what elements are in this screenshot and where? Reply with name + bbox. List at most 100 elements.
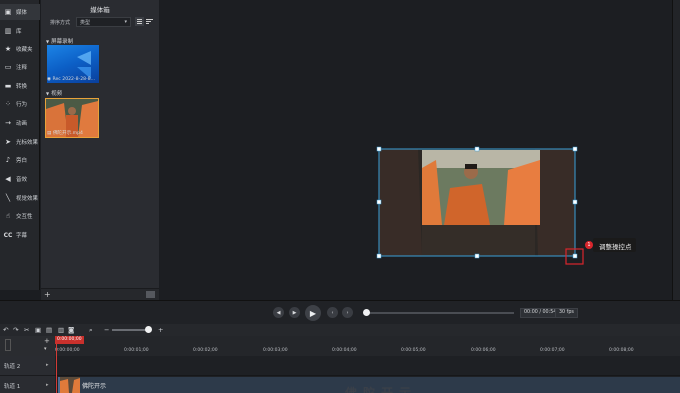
- cursor-icon: ➤: [5, 138, 11, 146]
- step-back-icon: ◀: [276, 309, 281, 316]
- ruler-tick: 0:00:00;00: [55, 348, 80, 353]
- section-header-video[interactable]: ▼ 视频: [46, 89, 62, 97]
- undo-icon[interactable]: ↶: [3, 326, 8, 334]
- skip-back-icon: ▶: [292, 309, 297, 316]
- video-file-icon: ▤: [47, 131, 52, 136]
- sidebar-item-cursor-effects[interactable]: ➤ 光标效果: [0, 134, 40, 150]
- sort-order-icon: [146, 19, 153, 24]
- playhead-time-label[interactable]: 0:00:00;00: [55, 336, 84, 344]
- sidebar-item-label: 转换: [16, 84, 28, 90]
- tool-sidebar: ▣ 媒体 ▥ 库 ★ 收藏夹 ▭ 注释 ▬ 转换 ⁘ 行为 → 动画 ➤ 光标效…: [0, 0, 40, 290]
- media-bin-title: 媒体箱: [90, 6, 110, 14]
- properties-panel-edge[interactable]: [672, 0, 680, 300]
- sidebar-item-label: 行为: [16, 102, 28, 108]
- playhead-line[interactable]: [56, 344, 57, 393]
- redo-icon[interactable]: ↷: [13, 326, 18, 334]
- previous-frame-button[interactable]: ▶: [289, 307, 300, 318]
- cut-icon[interactable]: ✂: [24, 326, 29, 334]
- copy-icon[interactable]: ▣: [35, 326, 41, 334]
- media-bin-footer: +: [41, 288, 159, 300]
- scrub-track[interactable]: [368, 312, 514, 314]
- animation-icon: →: [5, 119, 11, 127]
- interactive-icon: ☝: [5, 212, 11, 220]
- track-toggle-icon[interactable]: ▸: [46, 382, 49, 388]
- next-clip-button[interactable]: ›: [342, 307, 353, 318]
- track-lane-2[interactable]: [55, 356, 680, 376]
- fps-display[interactable]: 30 fps: [555, 308, 578, 318]
- sidebar-item-visual-effects[interactable]: ╲ 视觉效果: [0, 190, 40, 206]
- sidebar-item-interactivity[interactable]: ☝ 交互性: [0, 208, 40, 224]
- sort-select-value: 类型: [80, 20, 91, 26]
- chevron-right-icon: ›: [346, 309, 349, 316]
- ruler-tick: 0:00:01;00: [124, 348, 149, 353]
- recording-icon: ◉: [47, 77, 52, 82]
- ruler-tick: 0:00:06;00: [471, 348, 496, 353]
- timeline-ruler[interactable]: 0:00:00;00 0:00:00;00 0:00:01;00 0:00:02…: [55, 336, 680, 356]
- sidebar-item-label: 视觉效果: [16, 196, 39, 202]
- sidebar-item-library[interactable]: ▥ 库: [0, 23, 40, 39]
- watermark-text: 佛陀开示: [345, 386, 418, 393]
- track-header-1[interactable]: 轨道 1 ▸: [0, 376, 55, 393]
- caret-down-icon: ▼: [46, 91, 50, 96]
- step-back-button[interactable]: ◀: [273, 307, 284, 318]
- sidebar-item-label: 收藏夹: [16, 47, 33, 53]
- track-header-2[interactable]: 轨道 2 ▸: [0, 356, 55, 376]
- wand-icon: ╲: [5, 194, 11, 202]
- transition-icon: ▬: [4, 82, 12, 90]
- caption-icon: CC: [3, 231, 13, 239]
- video-frame-content: [422, 150, 540, 225]
- sidebar-item-audio-effects[interactable]: ◀ 音效: [0, 171, 40, 187]
- media-thumb-label: ◉ Rec 2022-8-28-8...: [47, 77, 95, 82]
- ruler-tick: 0:00:05;00: [401, 348, 426, 353]
- paste-icon[interactable]: ▤: [46, 326, 52, 334]
- ruler-tick: 0:00:03;00: [263, 348, 288, 353]
- grid-view-icon[interactable]: [146, 291, 155, 298]
- track-toggle-icon[interactable]: ▸: [46, 362, 49, 368]
- sidebar-item-label: 音效: [16, 177, 28, 183]
- sidebar-item-favorites[interactable]: ★ 收藏夹: [0, 41, 40, 57]
- behavior-icon: ⁘: [5, 100, 11, 108]
- scrub-handle[interactable]: [363, 309, 370, 316]
- preview-canvas[interactable]: [160, 0, 672, 300]
- camera-icon[interactable]: ◙: [68, 326, 74, 334]
- sidebar-item-behaviors[interactable]: ⁘ 行为: [0, 96, 40, 112]
- media-bin-panel: 媒体箱 排序方式 类型 ▾ ▼ 屏幕录制 ◉ Rec 2022-8-28-8...…: [41, 0, 159, 300]
- callout-text: 调整操控点: [599, 243, 632, 251]
- playback-bar: ◀ ▶ ▶ ‹ › 00:00 / 00:54 30 fps: [0, 300, 680, 324]
- list-view-button[interactable]: [135, 17, 144, 26]
- sidebar-item-label: 库: [16, 29, 22, 35]
- sidebar-item-label: 交互性: [16, 214, 33, 220]
- chevron-down-icon: ▾: [124, 19, 127, 25]
- media-icon: ▣: [4, 8, 12, 16]
- collapse-tracks-icon[interactable]: ▾: [44, 346, 47, 352]
- add-track-icon[interactable]: +: [44, 337, 50, 345]
- add-media-icon[interactable]: +: [44, 290, 51, 299]
- sidebar-item-voice-narration[interactable]: ♪ 旁白: [0, 152, 40, 168]
- sidebar-item-captions[interactable]: CC 字幕: [0, 227, 40, 243]
- track-header-top: + ▾: [0, 336, 55, 356]
- zoom-out-icon[interactable]: −: [104, 326, 109, 334]
- zoom-in-icon[interactable]: +: [158, 326, 163, 334]
- timeline-toolbar: ↶ ↷ ✂ ▣ ▤ ▥ ◙ ⌕ − +: [0, 324, 680, 336]
- sort-select[interactable]: 类型 ▾: [76, 17, 131, 27]
- sidebar-item-label: 注释: [16, 65, 28, 71]
- track-lock-icon[interactable]: [5, 339, 11, 351]
- sort-order-button[interactable]: [145, 17, 154, 26]
- annotation-icon: ▭: [4, 63, 12, 71]
- microphone-icon: ♪: [5, 156, 11, 164]
- sidebar-item-annotations[interactable]: ▭ 注释: [0, 59, 40, 75]
- sidebar-item-animations[interactable]: → 动画: [0, 115, 40, 131]
- clip-label: 佛陀开示: [82, 383, 107, 390]
- sidebar-item-transitions[interactable]: ▬ 转换: [0, 78, 40, 94]
- zoom-icon: ⌕: [89, 326, 93, 334]
- zoom-slider-knob[interactable]: [145, 326, 152, 333]
- ruler-tick: 0:00:02;00: [193, 348, 218, 353]
- sidebar-item-media[interactable]: ▣ 媒体: [0, 4, 40, 20]
- play-button[interactable]: ▶: [305, 305, 321, 321]
- previous-clip-button[interactable]: ‹: [327, 307, 338, 318]
- section-header-screen-recording[interactable]: ▼ 屏幕录制: [46, 37, 73, 45]
- caret-down-icon: ▼: [46, 39, 50, 44]
- sort-label: 排序方式: [50, 20, 71, 26]
- media-item-name: 佛陀开示.mp4: [52, 131, 83, 136]
- split-icon[interactable]: ▥: [58, 326, 64, 334]
